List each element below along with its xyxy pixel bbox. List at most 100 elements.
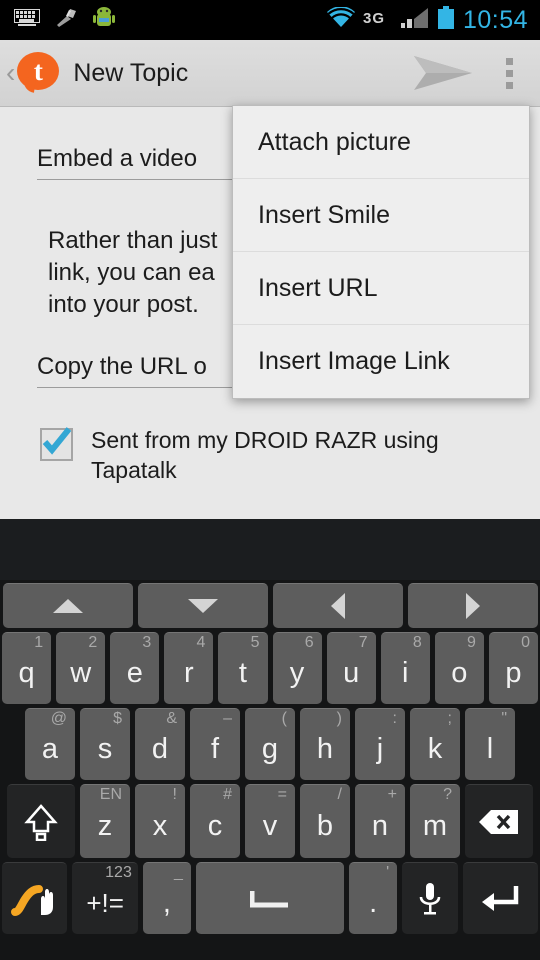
- overflow-menu-button[interactable]: [478, 40, 540, 107]
- key-symbols-label: +!=: [86, 887, 124, 918]
- key-comma-hint: _: [174, 864, 183, 881]
- key-s-hint: $: [113, 710, 122, 727]
- key-p-hint: 0: [521, 634, 530, 651]
- key-shift[interactable]: [7, 784, 75, 858]
- menu-item-insert-image-link[interactable]: Insert Image Link: [233, 325, 529, 398]
- menu-item-attach-picture[interactable]: Attach picture: [233, 106, 529, 179]
- overflow-dot-2: [505, 69, 513, 77]
- keyboard-row-4: 123 +!= _ , ' .: [2, 862, 538, 934]
- checkmark-icon: [42, 427, 72, 455]
- key-n-hint: +: [387, 786, 397, 803]
- on-screen-keyboard: 1q2w3e4r5t6y7u8i9o0p @ a $ s & d – f(g) h: j; k " l …: [0, 580, 540, 960]
- key-o-hint: 9: [466, 634, 476, 651]
- key-v-hint: =: [277, 786, 287, 803]
- key-q[interactable]: 1q: [2, 632, 52, 704]
- key-u[interactable]: 7u: [326, 632, 376, 704]
- key-l[interactable]: " l: [465, 708, 515, 780]
- status-bar-clock: 10:54: [462, 5, 528, 34]
- key-period[interactable]: ' .: [349, 862, 398, 934]
- key-z[interactable]: EN z: [80, 784, 130, 858]
- keyboard-top-spacer: [0, 519, 540, 580]
- key-swype[interactable]: [2, 862, 68, 934]
- key-h-hint: ): [336, 710, 342, 727]
- key-j[interactable]: :j: [355, 708, 405, 780]
- key-v[interactable]: = v: [245, 784, 295, 858]
- send-button[interactable]: [408, 40, 478, 107]
- key-comma-label: ,: [162, 886, 171, 919]
- backspace-icon: [479, 809, 518, 834]
- key-n[interactable]: + n: [355, 784, 405, 858]
- key-t-hint: 5: [250, 634, 260, 651]
- key-backspace[interactable]: [465, 784, 533, 858]
- send-icon: [414, 56, 472, 90]
- menu-item-insert-smile[interactable]: Insert Smile: [233, 179, 529, 252]
- key-symbols[interactable]: 123 +!=: [72, 862, 138, 934]
- key-r[interactable]: 4r: [164, 632, 214, 704]
- key-t[interactable]: 5t: [218, 632, 268, 704]
- key-z-label: z: [97, 809, 113, 842]
- key-d-label: d: [151, 732, 169, 765]
- key-e-hint: 3: [142, 634, 152, 651]
- network-type-label: 3G: [363, 9, 393, 32]
- key-f[interactable]: – f: [190, 708, 240, 780]
- key-arrow-right[interactable]: [407, 583, 538, 628]
- overflow-dot-3: [505, 81, 513, 89]
- key-s[interactable]: $ s: [80, 708, 130, 780]
- key-c[interactable]: # c: [190, 784, 240, 858]
- key-u-label: u: [343, 656, 360, 689]
- key-q-hint: 1: [34, 634, 44, 651]
- status-bar-system-icons: 3G 10:54: [326, 5, 540, 35]
- key-g[interactable]: (g: [245, 708, 295, 780]
- key-q-label: q: [18, 656, 35, 689]
- key-g-hint: (: [281, 710, 287, 727]
- battery-icon: [437, 5, 455, 35]
- key-l-hint: ": [501, 710, 507, 727]
- key-m[interactable]: ? m: [410, 784, 460, 858]
- menu-item-insert-url[interactable]: Insert URL: [233, 252, 529, 325]
- key-a-label: a: [41, 732, 59, 765]
- signature-row[interactable]: Sent from my DROID RAZR using Tapatalk: [40, 425, 471, 485]
- key-f-label: f: [210, 732, 220, 765]
- key-e[interactable]: 3e: [110, 632, 160, 704]
- keyboard-row-3: EN z! x # c = v / b + n? m: [2, 784, 538, 858]
- key-y-hint: 6: [304, 634, 314, 651]
- key-j-hint: :: [392, 710, 397, 727]
- key-comma[interactable]: _ ,: [142, 862, 191, 934]
- key-arrow-down[interactable]: [137, 583, 268, 628]
- back-chevron-icon[interactable]: ‹: [0, 59, 15, 87]
- key-p[interactable]: 0p: [488, 632, 538, 704]
- key-b-hint: /: [337, 786, 342, 803]
- key-k[interactable]: ; k: [410, 708, 460, 780]
- key-space[interactable]: [195, 862, 345, 934]
- action-bar-buttons: [408, 40, 540, 107]
- keyboard-nav-row: [2, 583, 538, 628]
- key-g-label: g: [261, 732, 279, 765]
- key-arrow-up[interactable]: [2, 583, 133, 628]
- key-w[interactable]: 2w: [56, 632, 106, 704]
- key-p-label: p: [505, 656, 522, 689]
- key-w-label: w: [70, 656, 92, 689]
- signature-checkbox[interactable]: [40, 427, 73, 461]
- key-a[interactable]: @ a: [25, 708, 75, 780]
- key-h[interactable]: ) h: [300, 708, 350, 780]
- key-m-hint: ?: [443, 786, 452, 803]
- key-enter[interactable]: [462, 862, 538, 934]
- signal-icon: [400, 7, 429, 34]
- key-i-hint: 8: [412, 634, 422, 651]
- key-n-label: n: [371, 809, 389, 842]
- key-microphone[interactable]: [402, 862, 458, 934]
- tapatalk-logo-icon[interactable]: t: [17, 52, 60, 94]
- key-l-label: l: [486, 732, 494, 765]
- microphone-icon: [419, 882, 441, 914]
- key-y[interactable]: 6y: [272, 632, 322, 704]
- key-arrow-left[interactable]: [272, 583, 403, 628]
- wifi-icon: [326, 6, 355, 33]
- key-i[interactable]: 8i: [380, 632, 430, 704]
- overflow-dropdown-menu: Attach picture Insert Smile Insert URL I…: [232, 105, 530, 399]
- key-b[interactable]: / b: [300, 784, 350, 858]
- key-x[interactable]: ! x: [135, 784, 185, 858]
- key-v-label: v: [262, 809, 278, 842]
- key-o[interactable]: 9o: [434, 632, 484, 704]
- key-s-label: s: [97, 732, 113, 765]
- key-d[interactable]: & d: [135, 708, 185, 780]
